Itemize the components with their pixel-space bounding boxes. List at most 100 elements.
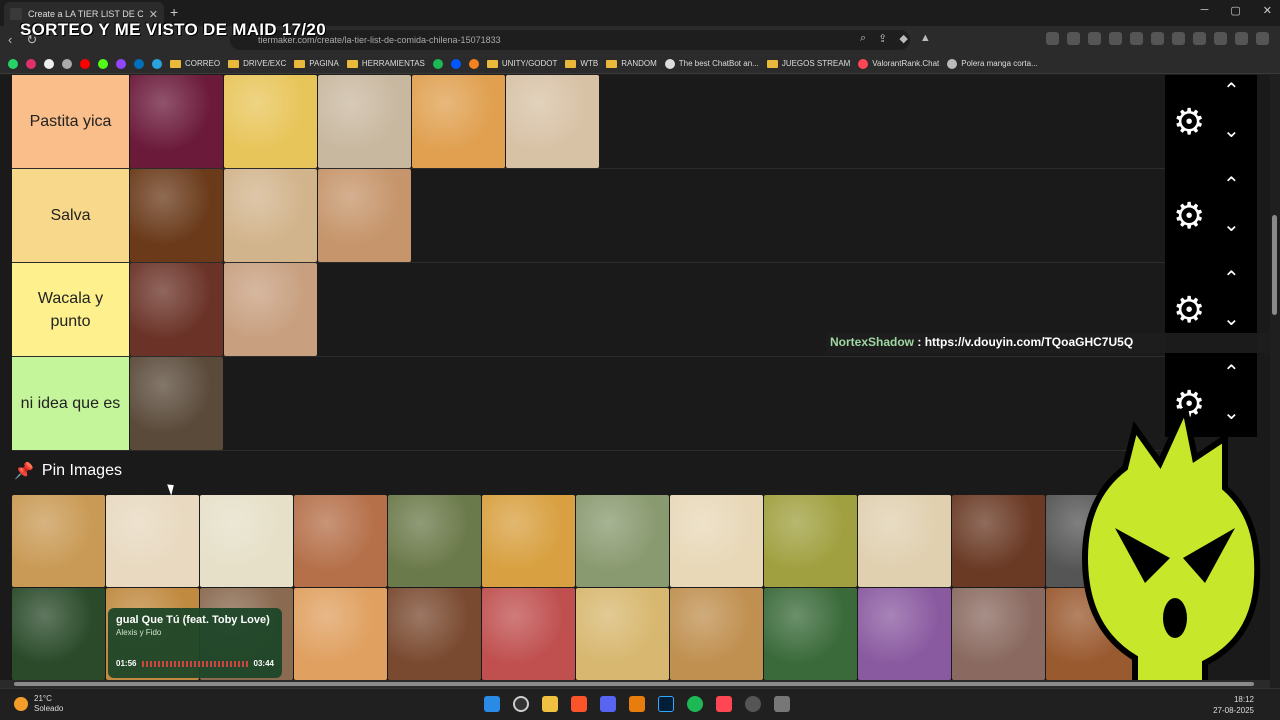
bookmark-correo[interactable]: CORREO: [170, 59, 220, 68]
food-image[interactable]: [670, 588, 763, 680]
bookmark-wtb[interactable]: WTB: [565, 59, 598, 68]
bookmark-valorantrank[interactable]: ValorantRank.Chat: [858, 58, 939, 69]
paypal-icon[interactable]: [134, 58, 144, 69]
twitch-icon[interactable]: [116, 58, 126, 69]
gear-icon[interactable]: ⚙: [1173, 198, 1205, 234]
photoshop-icon[interactable]: [658, 696, 674, 712]
food-image[interactable]: [318, 75, 411, 168]
extension-icon[interactable]: [1046, 32, 1059, 45]
instagram-icon[interactable]: [26, 58, 36, 69]
move-up-icon[interactable]: ⌃: [1223, 81, 1240, 101]
food-image[interactable]: [130, 357, 223, 450]
move-down-icon[interactable]: ⌄: [1223, 215, 1240, 235]
bookmark-herramientas[interactable]: HERRAMIENTAS: [346, 59, 425, 68]
tier-label[interactable]: ni idea que es: [12, 357, 129, 450]
wallet-icon[interactable]: [1193, 32, 1206, 45]
food-image[interactable]: [764, 588, 857, 680]
food-image[interactable]: [764, 495, 857, 587]
orange-app-icon[interactable]: [468, 58, 479, 69]
apple-icon[interactable]: [62, 58, 72, 69]
minimize-button[interactable]: ─: [1201, 4, 1209, 17]
tier-label[interactable]: Wacala y punto: [12, 263, 129, 356]
food-image[interactable]: [576, 588, 669, 680]
food-image[interactable]: [224, 169, 317, 262]
ai-icon[interactable]: [1214, 32, 1227, 45]
spotify-icon[interactable]: [687, 696, 703, 712]
bookmark-pagina[interactable]: PAGINA: [294, 59, 339, 68]
scroll-thumb[interactable]: [14, 682, 1254, 686]
back-icon[interactable]: ‹: [8, 32, 12, 48]
food-image[interactable]: [388, 495, 481, 587]
move-up-icon[interactable]: ⌃: [1223, 269, 1240, 289]
vpn-icon[interactable]: [1235, 32, 1248, 45]
green-app-icon[interactable]: [432, 58, 443, 69]
food-image[interactable]: [576, 495, 669, 587]
move-down-icon[interactable]: ⌄: [1223, 309, 1240, 329]
system-clock[interactable]: 18:12 27-08-2025: [1213, 694, 1254, 716]
whatsapp-icon[interactable]: [8, 58, 18, 69]
bookmark-drive[interactable]: DRIVE/EXC: [228, 59, 286, 68]
food-image[interactable]: [106, 495, 199, 587]
rewards-icon[interactable]: ▲: [920, 32, 931, 45]
food-image[interactable]: [12, 495, 105, 587]
x-icon[interactable]: [44, 58, 54, 69]
food-image[interactable]: [482, 495, 575, 587]
food-image[interactable]: [130, 169, 223, 262]
bookmark-random[interactable]: RANDOM: [606, 59, 657, 68]
file-explorer-icon[interactable]: [542, 696, 558, 712]
maximize-button[interactable]: ▢: [1230, 4, 1240, 17]
tier-label[interactable]: Salva: [12, 169, 129, 262]
gear-icon[interactable]: ⚙: [1173, 104, 1205, 140]
menu-icon[interactable]: [1256, 32, 1269, 45]
food-image[interactable]: [858, 495, 951, 587]
extension-icon[interactable]: [1067, 32, 1080, 45]
food-image[interactable]: [130, 75, 223, 168]
kick-icon[interactable]: [98, 58, 108, 69]
zoom-icon[interactable]: ⌕: [860, 32, 866, 45]
new-tab-button[interactable]: +: [170, 4, 178, 20]
bookmark-juegos-stream[interactable]: JUEGOS STREAM: [766, 59, 850, 68]
food-image[interactable]: [412, 75, 505, 168]
food-image[interactable]: [318, 169, 411, 262]
blender-icon[interactable]: [629, 696, 645, 712]
bookmark-unity[interactable]: UNITY/GODOT: [486, 59, 557, 68]
extension-icon[interactable]: [1130, 32, 1143, 45]
food-image[interactable]: [200, 495, 293, 587]
weather-widget[interactable]: 21°C Soleado: [14, 694, 63, 714]
food-image[interactable]: [388, 588, 481, 680]
food-image[interactable]: [506, 75, 599, 168]
share-icon[interactable]: ⇪: [878, 32, 887, 45]
scroll-thumb[interactable]: [1272, 215, 1277, 315]
food-image[interactable]: [224, 75, 317, 168]
food-image[interactable]: [670, 495, 763, 587]
move-up-icon[interactable]: ⌃: [1223, 363, 1240, 383]
extension-icon[interactable]: [1088, 32, 1101, 45]
bookmark-polera[interactable]: Polera manga corta...: [947, 58, 1038, 69]
url-field[interactable]: tiermaker.com/create/la-tier-list-de-com…: [230, 30, 910, 50]
youtube-icon[interactable]: [80, 58, 90, 69]
obs-icon[interactable]: [745, 696, 761, 712]
brave-shield-icon[interactable]: ◆: [899, 32, 907, 45]
move-down-icon[interactable]: ⌄: [1223, 121, 1240, 141]
bookmark-chatbot[interactable]: The best ChatBot an...: [664, 58, 759, 69]
download-icon[interactable]: [1151, 32, 1164, 45]
horizontal-scrollbar[interactable]: [0, 680, 1270, 688]
food-image[interactable]: [858, 588, 951, 680]
food-image[interactable]: [294, 495, 387, 587]
food-image[interactable]: [224, 263, 317, 356]
search-icon[interactable]: [513, 696, 529, 712]
food-image[interactable]: [130, 263, 223, 356]
valorant-icon[interactable]: [716, 696, 732, 712]
move-up-icon[interactable]: ⌃: [1223, 175, 1240, 195]
telegram-icon[interactable]: [152, 58, 162, 69]
food-image[interactable]: [12, 588, 105, 680]
close-tab-icon[interactable]: ✕: [149, 8, 158, 21]
windows-start-icon[interactable]: [484, 696, 500, 712]
extension-icon[interactable]: [1109, 32, 1122, 45]
vertical-scrollbar[interactable]: [1270, 75, 1280, 680]
settings-icon[interactable]: [774, 696, 790, 712]
food-image[interactable]: [294, 588, 387, 680]
gear-icon[interactable]: ⚙: [1173, 292, 1205, 328]
tier-label[interactable]: Pastita yica: [12, 75, 129, 168]
close-window-button[interactable]: ✕: [1263, 4, 1272, 17]
